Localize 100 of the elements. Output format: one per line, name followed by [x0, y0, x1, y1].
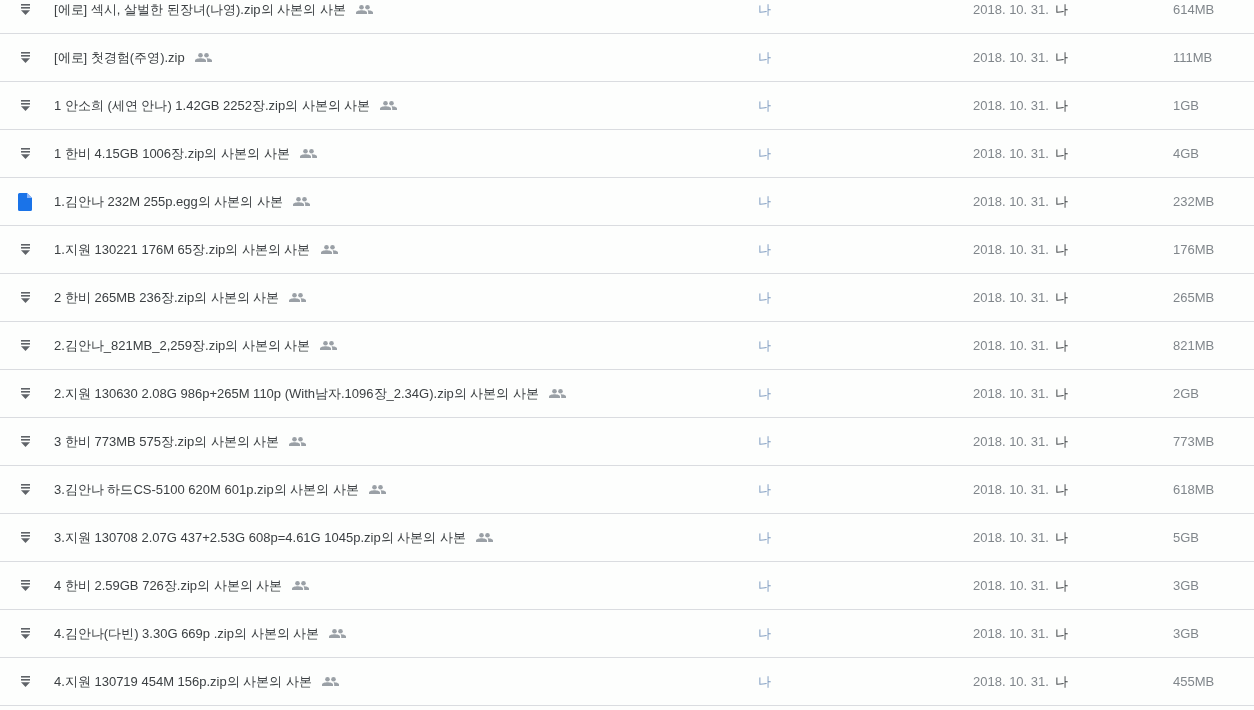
modified-date: 2018. 10. 31.: [973, 98, 1049, 113]
modified-by: 나: [1054, 96, 1068, 115]
modified-by: 나: [1054, 48, 1068, 67]
file-name: 2.김안나_821MB_2,259장.zip의 사본의 사본: [54, 336, 311, 355]
file-row[interactable]: 4.지원 130719 454M 156p.zip의 사본의 사본 나 2018. 10. 31. 나 455MB: [0, 658, 1254, 706]
owner-name: 나: [758, 624, 771, 643]
file-row[interactable]: 1.김안나 232M 255p.egg의 사본의 사본 나 2018. 10. 31. 나 232MB: [0, 178, 1254, 226]
file-row[interactable]: [에로] 섹시, 살벌한 된장녀(나영).zip의 사본의 사본 나 2018. 10. 31. 나 614MB: [0, 0, 1254, 34]
archive-icon: [20, 628, 30, 639]
file-size: 614MB: [1173, 2, 1215, 17]
owner-name: 나: [758, 144, 771, 163]
modified-date: 2018. 10. 31.: [973, 50, 1049, 65]
owner-name: 나: [758, 576, 771, 595]
archive-icon: [20, 436, 30, 447]
modified-by: 나: [1054, 240, 1068, 259]
archive-icon: [20, 4, 30, 15]
modified-date: 2018. 10. 31.: [973, 674, 1049, 689]
archive-icon: [20, 100, 30, 111]
modified-date: 2018. 10. 31.: [973, 530, 1049, 545]
file-size: 2GB: [1173, 386, 1199, 401]
file-name: 1 한비 4.15GB 1006장.zip의 사본의 사본: [54, 144, 290, 163]
file-name: 1.지원 130221 176M 65장.zip의 사본의 사본: [54, 240, 311, 259]
modified-date: 2018. 10. 31.: [973, 194, 1049, 209]
file-row[interactable]: 1.지원 130221 176M 65장.zip의 사본의 사본 나 2018. 10. 31. 나 176MB: [0, 226, 1254, 274]
modified-date: 2018. 10. 31.: [973, 242, 1049, 257]
modified-by: 나: [1054, 672, 1068, 691]
archive-icon: [20, 580, 30, 591]
owner-name: 나: [758, 528, 771, 547]
archive-icon: [20, 148, 30, 159]
file-name: [에로] 섹시, 살벌한 된장녀(나영).zip의 사본의 사본: [54, 0, 346, 19]
file-name: 4.지원 130719 454M 156p.zip의 사본의 사본: [54, 672, 312, 691]
owner-name: 나: [758, 672, 771, 691]
file-size: 232MB: [1173, 194, 1215, 209]
file-size: 265MB: [1173, 290, 1215, 305]
file-row[interactable]: 2.지원 130630 2.08G 986p+265M 110p (With남자.1096장_2.34G).zip의 사본의 사본 나 2018. 10. 31. 나 2GB: [0, 370, 1254, 418]
document-icon: [18, 192, 32, 211]
archive-icon: [20, 292, 30, 303]
modified-date: 2018. 10. 31.: [973, 338, 1049, 353]
modified-date: 2018. 10. 31.: [973, 2, 1049, 17]
modified-by: 나: [1054, 432, 1068, 451]
modified-by: 나: [1054, 0, 1068, 19]
file-size: 4GB: [1173, 146, 1199, 161]
modified-by: 나: [1054, 480, 1068, 499]
owner-name: 나: [758, 480, 771, 499]
file-name: 1.김안나 232M 255p.egg의 사본의 사본: [54, 192, 284, 211]
modified-by: 나: [1054, 384, 1068, 403]
owner-name: 나: [758, 432, 771, 451]
archive-icon: [20, 676, 30, 687]
owner-name: 나: [758, 96, 771, 115]
file-name: 3.김안나 하드CS-5100 620M 601p.zip의 사본의 사본: [54, 480, 359, 499]
file-name: 2.지원 130630 2.08G 986p+265M 110p (With남자.1096장_2.34G).zip의 사본의 사본: [54, 384, 539, 403]
owner-name: 나: [758, 240, 771, 259]
file-name: 3.지원 130708 2.07G 437+2.53G 608p=4.61G 1045p.zip의 사본의 사본: [54, 528, 466, 547]
modified-date: 2018. 10. 31.: [973, 578, 1049, 593]
modified-by: 나: [1054, 144, 1068, 163]
modified-by: 나: [1054, 336, 1068, 355]
file-row[interactable]: 4.김안나(다빈) 3.30G 669p .zip의 사본의 사본 나 2018. 10. 31. 나 3GB: [0, 610, 1254, 658]
file-size: 5GB: [1173, 530, 1199, 545]
archive-icon: [20, 484, 30, 495]
file-name: 3 한비 773MB 575장.zip의 사본의 사본: [54, 432, 280, 451]
modified-date: 2018. 10. 31.: [973, 434, 1049, 449]
modified-by: 나: [1054, 576, 1068, 595]
modified-by: 나: [1054, 288, 1068, 307]
file-size: 455MB: [1173, 674, 1215, 689]
modified-date: 2018. 10. 31.: [973, 626, 1049, 641]
file-size: 773MB: [1173, 434, 1215, 449]
modified-by: 나: [1054, 528, 1068, 547]
archive-icon: [20, 340, 30, 351]
archive-icon: [20, 532, 30, 543]
file-size: 821MB: [1173, 338, 1215, 353]
owner-name: 나: [758, 336, 771, 355]
file-row[interactable]: 1 한비 4.15GB 1006장.zip의 사본의 사본 나 2018. 10. 31. 나 4GB: [0, 130, 1254, 178]
file-size: 3GB: [1173, 578, 1199, 593]
file-name: 2 한비 265MB 236장.zip의 사본의 사본: [54, 288, 280, 307]
file-size: 3GB: [1173, 626, 1199, 641]
file-row[interactable]: [에로] 첫경험(주영).zip 나 2018. 10. 31. 나 111MB: [0, 34, 1254, 82]
archive-icon: [20, 244, 30, 255]
modified-date: 2018. 10. 31.: [973, 482, 1049, 497]
modified-date: 2018. 10. 31.: [973, 290, 1049, 305]
owner-name: 나: [758, 0, 771, 19]
file-size: 1GB: [1173, 98, 1199, 113]
file-name: 1 안소희 (세연 안나) 1.42GB 2252장.zip의 사본의 사본: [54, 96, 371, 115]
modified-date: 2018. 10. 31.: [973, 146, 1049, 161]
file-row[interactable]: 1 안소희 (세연 안나) 1.42GB 2252장.zip의 사본의 사본 나 2018. 10. 31. 나 1GB: [0, 82, 1254, 130]
file-row[interactable]: 2.김안나_821MB_2,259장.zip의 사본의 사본 나 2018. 10. 31. 나 821MB: [0, 322, 1254, 370]
file-row[interactable]: 4 한비 2.59GB 726장.zip의 사본의 사본 나 2018. 10. 31. 나 3GB: [0, 562, 1254, 610]
file-name: [에로] 첫경험(주영).zip: [54, 48, 185, 67]
file-name: 4 한비 2.59GB 726장.zip의 사본의 사본: [54, 576, 283, 595]
owner-name: 나: [758, 384, 771, 403]
file-row[interactable]: 2 한비 265MB 236장.zip의 사본의 사본 나 2018. 10. 31. 나 265MB: [0, 274, 1254, 322]
modified-by: 나: [1054, 192, 1068, 211]
archive-icon: [20, 388, 30, 399]
file-size: 111MB: [1173, 50, 1213, 65]
archive-icon: [20, 52, 30, 63]
owner-name: 나: [758, 288, 771, 307]
file-row[interactable]: 3.김안나 하드CS-5100 620M 601p.zip의 사본의 사본 나 2018. 10. 31. 나 618MB: [0, 466, 1254, 514]
file-size: 176MB: [1173, 242, 1215, 257]
file-row[interactable]: 3 한비 773MB 575장.zip의 사본의 사본 나 2018. 10. 31. 나 773MB: [0, 418, 1254, 466]
modified-date: 2018. 10. 31.: [973, 386, 1049, 401]
file-row[interactable]: 3.지원 130708 2.07G 437+2.53G 608p=4.61G 1045p.zip의 사본의 사본 나 2018. 10. 31. 나 5GB: [0, 514, 1254, 562]
